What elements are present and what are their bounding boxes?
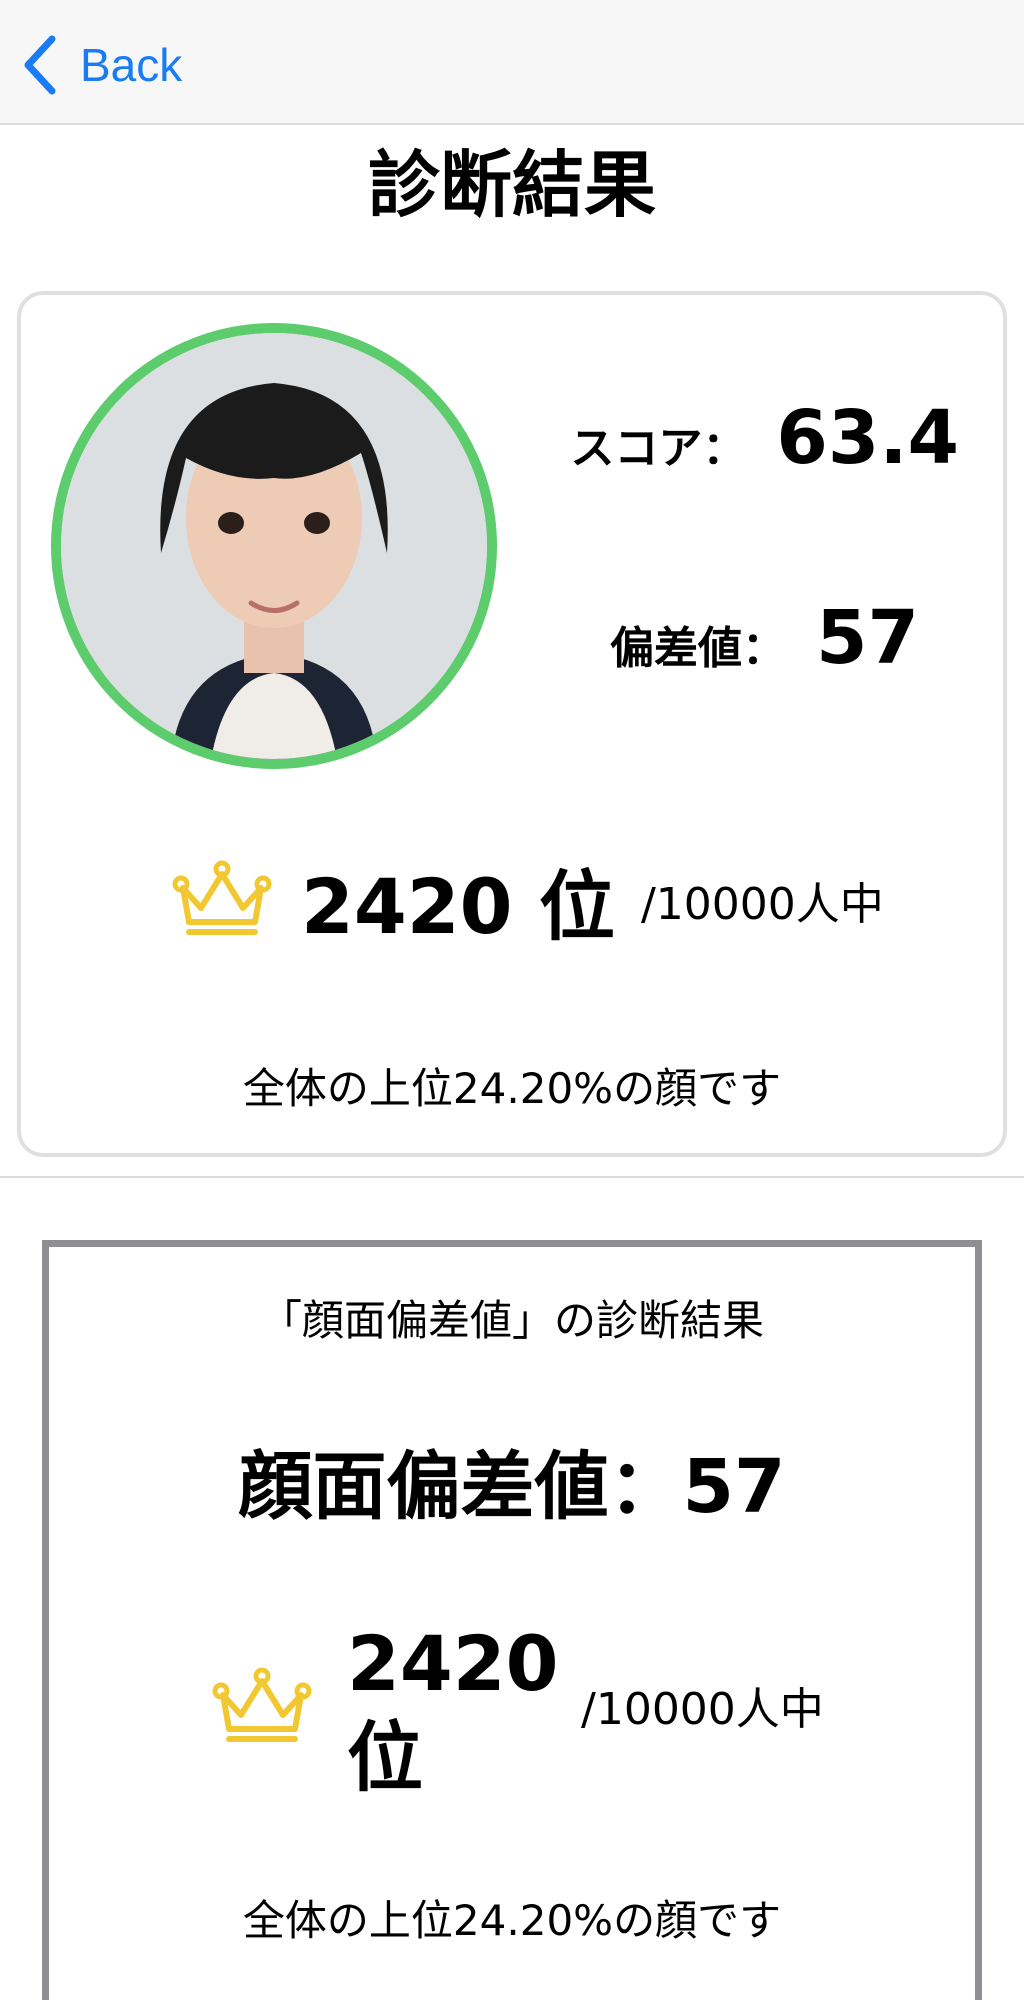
rank-total: /10000人中 [640, 879, 884, 930]
share-rank-total: /10000人中 [581, 1684, 824, 1735]
back-label: Back [80, 39, 183, 91]
result-card: スコア： 63.4 偏差値： 57 2420 位 /10000人中 全体の上位2… [17, 291, 1007, 1157]
share-rank-number: 2420 位 [347, 1619, 559, 1802]
share-deviation: 顔面偏差値：57 [238, 1444, 786, 1530]
share-top-percent-text: 全体の上位24.20%の顔です [242, 1896, 782, 1945]
deviation-row: 偏差値： 57 [610, 595, 919, 681]
share-rank-row: 2420 位 /10000人中 [211, 1617, 891, 1802]
share-card: 「顔面偏差値」の診断結果 顔面偏差値：57 2420 位 /10000人中 全体… [42, 1240, 982, 2000]
score-value: 63.4 [776, 395, 959, 481]
chevron-left-icon [24, 35, 56, 95]
share-caption: 「顔面偏差値」の診断結果 [259, 1296, 764, 1345]
avatar [51, 323, 497, 769]
crown-icon [212, 1667, 312, 1742]
crown-icon [172, 860, 272, 935]
top-percent-text: 全体の上位24.20%の顔です [242, 1064, 782, 1113]
rank-row: 2420 位 /10000人中 [171, 845, 884, 955]
deviation-value: 57 [816, 595, 919, 681]
deviation-label: 偏差値： [610, 623, 787, 674]
face-photo [61, 333, 487, 759]
back-button[interactable]: Back [20, 30, 182, 100]
rank-number: 2420 位 [301, 862, 615, 951]
divider [0, 1176, 1024, 1178]
score-row: スコア： 63.4 [570, 395, 959, 481]
page-title: 診断結果 [367, 143, 656, 227]
score-label: スコア： [570, 423, 747, 474]
navigation-bar: Back [0, 0, 1024, 125]
